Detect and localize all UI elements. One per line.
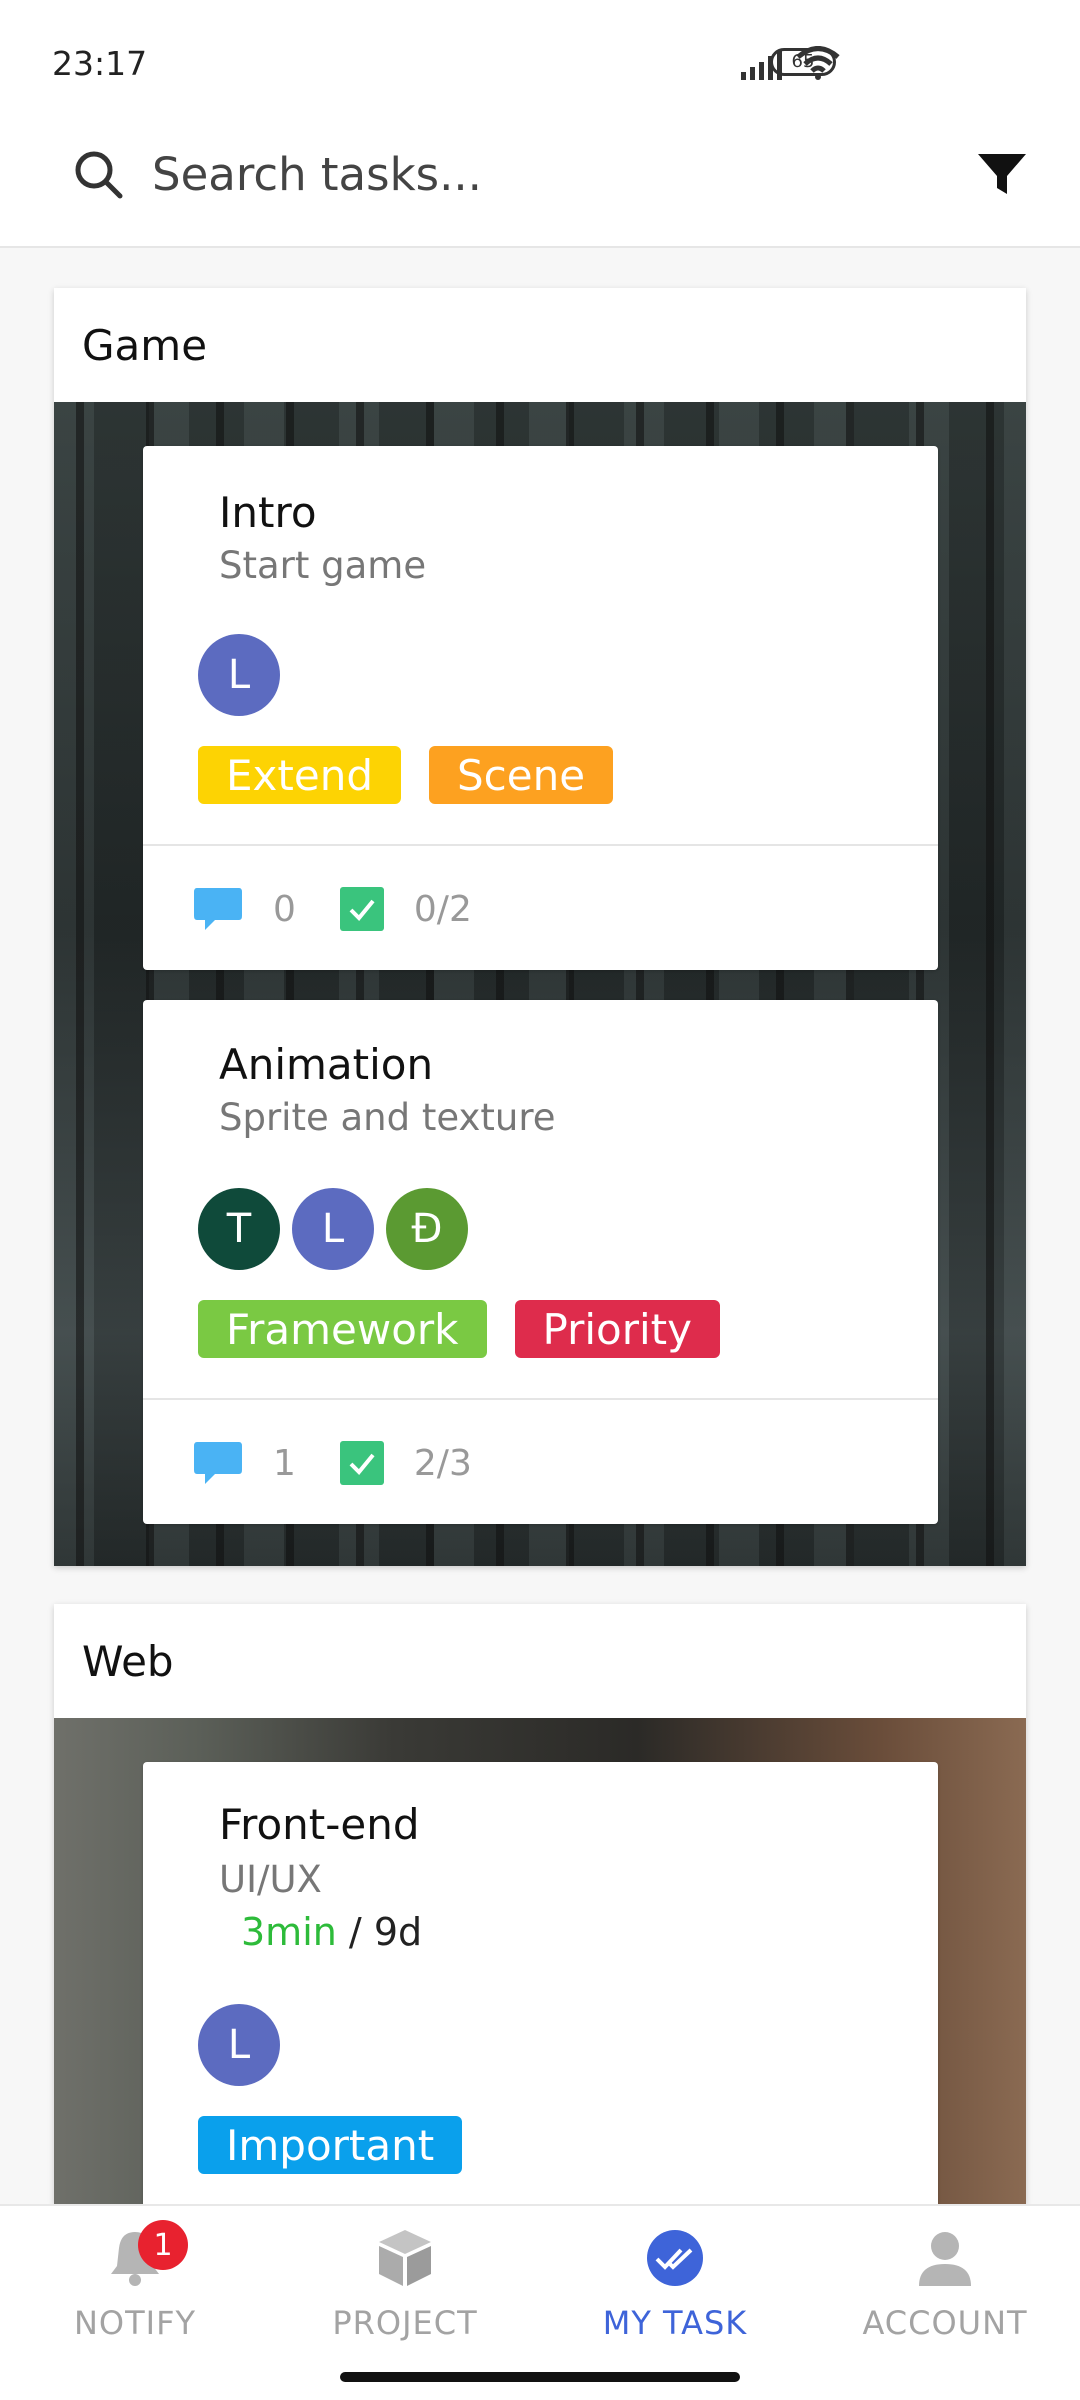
avatar[interactable]: L <box>198 634 280 716</box>
task-tags: Important <box>198 2116 463 2174</box>
project-title[interactable]: Web <box>54 1604 1026 1718</box>
bottom-nav: 1 NOTIFY PROJECT MY TASK ACCOUNT <box>0 2204 1080 2400</box>
task-footer: 1 2/3 <box>193 1440 472 1486</box>
checklist-progress: 0/2 <box>413 888 472 930</box>
notification-badge: 1 <box>138 2220 188 2270</box>
task-title: Front-end <box>219 1800 420 1849</box>
checklist-icon <box>339 1441 384 1485</box>
search-bar <box>0 120 1080 248</box>
time-separator: / <box>336 1910 374 1954</box>
task-subtitle: Sprite and texture <box>219 1096 556 1139</box>
person-icon <box>919 2232 971 2286</box>
task-subtitle: UI/UX <box>219 1858 322 1901</box>
avatar[interactable]: T <box>198 1188 280 1270</box>
comment-icon <box>194 888 242 930</box>
task-card-animation[interactable]: Animation Sprite and texture T L Đ Frame… <box>143 1000 938 1524</box>
time-spent: 3min <box>241 1910 337 1954</box>
task-title: Animation <box>219 1040 434 1089</box>
avatar[interactable]: L <box>198 2004 280 2086</box>
nav-label: MY TASK <box>602 2304 748 2342</box>
divider <box>143 844 938 846</box>
task-assignees: L <box>198 2004 280 2086</box>
cube-icon <box>379 2230 431 2286</box>
nav-label: NOTIFY <box>73 2304 197 2342</box>
task-tags: Extend Scene <box>198 746 614 804</box>
status-time: 23:17 <box>52 44 148 83</box>
nav-project[interactable]: PROJECT <box>270 2226 540 2342</box>
search-icon[interactable] <box>72 148 124 200</box>
avatar[interactable]: L <box>292 1188 374 1270</box>
search-input[interactable] <box>152 144 852 204</box>
task-footer: 0 0/2 <box>193 886 472 932</box>
home-indicator[interactable] <box>340 2372 740 2382</box>
nav-my-task[interactable]: MY TASK <box>540 2226 810 2342</box>
nav-account[interactable]: ACCOUNT <box>810 2226 1080 2342</box>
tag-label: Priority <box>514 1300 720 1358</box>
comment-icon <box>194 1442 242 1484</box>
task-subtitle: Start game <box>219 544 427 587</box>
nav-notify[interactable]: 1 NOTIFY <box>0 2220 270 2342</box>
task-assignees: T L Đ <box>198 1188 468 1270</box>
comment-count: 1 <box>273 1442 296 1484</box>
tag-label: Important <box>198 2116 463 2174</box>
task-card-intro[interactable]: Intro Start game L Extend Scene 0 0/2 <box>143 446 938 970</box>
battery-icon: 65 <box>770 48 836 76</box>
nav-label: PROJECT <box>332 2304 478 2342</box>
nav-label: ACCOUNT <box>862 2304 1028 2342</box>
checklist-progress: 2/3 <box>413 1442 472 1484</box>
comment-count: 0 <box>273 888 296 930</box>
task-tags: Framework Priority <box>198 1300 720 1358</box>
double-check-icon <box>647 2230 703 2286</box>
tag-label: Scene <box>428 746 614 804</box>
project-title[interactable]: Game <box>54 288 1026 402</box>
task-card-front-end[interactable]: Front-end UI/UX 3min / 9d L Important <box>143 1762 938 2204</box>
time-tracking: 3min / 9d <box>241 1910 422 1954</box>
filter-icon[interactable] <box>976 148 1028 200</box>
tag-label: Framework <box>198 1300 487 1358</box>
tag-label: Extend <box>198 746 401 804</box>
checklist-icon <box>339 887 384 931</box>
avatar[interactable]: Đ <box>386 1188 468 1270</box>
status-bar: 23:17 65 <box>0 0 1080 120</box>
task-title: Intro <box>219 488 317 537</box>
time-estimate: 9d <box>373 1910 423 1954</box>
task-assignees: L <box>198 634 280 716</box>
divider <box>143 1398 938 1400</box>
